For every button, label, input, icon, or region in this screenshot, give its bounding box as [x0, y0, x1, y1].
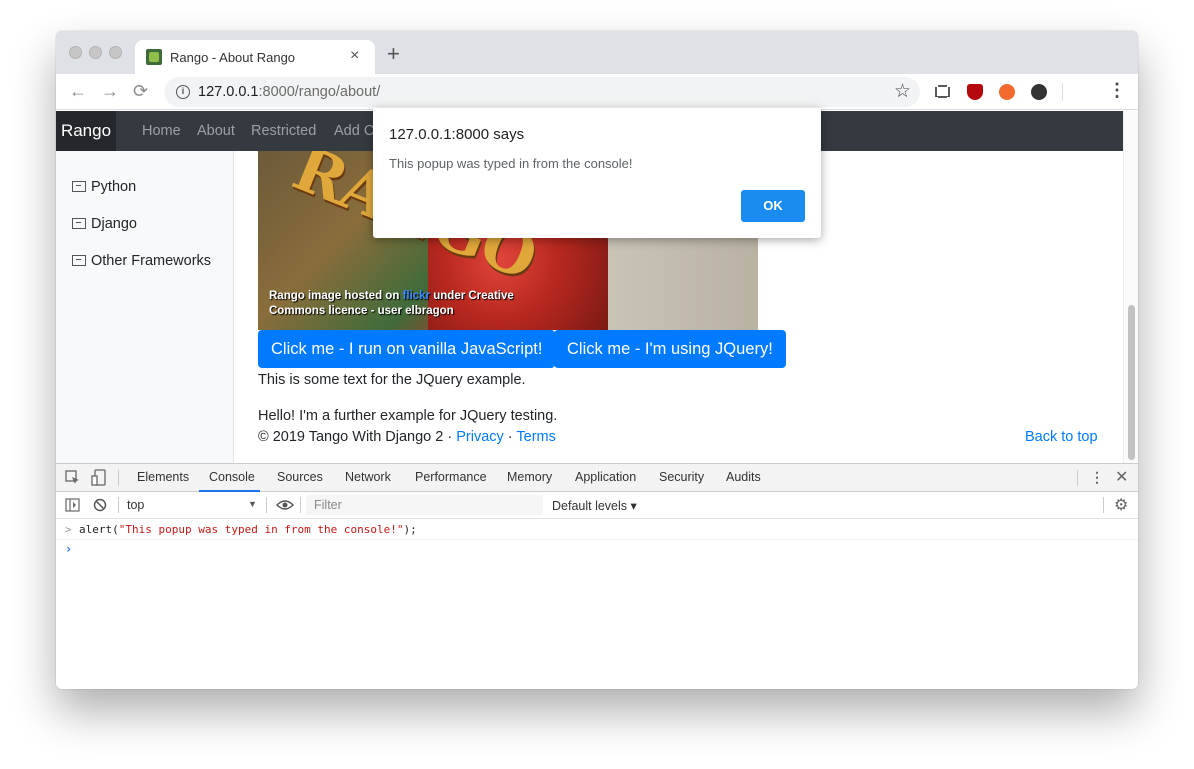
nav-link-restricted[interactable]: Restricted [251, 123, 316, 139]
tab-performance[interactable]: Performance [415, 470, 487, 484]
forward-button[interactable]: → [101, 80, 119, 102]
nav-link-about[interactable]: About [197, 123, 235, 139]
page-scrollbar[interactable] [1123, 111, 1138, 463]
url-text: 127.0.0.1:8000/rango/about/ [198, 84, 381, 100]
archive-icon [72, 255, 86, 266]
close-window-button[interactable] [69, 46, 82, 59]
sidebar-item-python[interactable]: Python [72, 179, 136, 195]
site-info-icon[interactable]: i [176, 85, 190, 99]
tab-memory[interactable]: Memory [507, 470, 552, 484]
separator [266, 497, 267, 513]
devtools-menu-icon[interactable]: ⋮ [1090, 469, 1104, 486]
console-command: alert("This popup was typed in from the … [79, 523, 417, 536]
jquery-text: This is some text for the JQuery example… [258, 372, 526, 388]
context-selector[interactable]: top [127, 498, 144, 512]
terms-link[interactable]: Terms [516, 429, 555, 445]
live-expression-eye-icon[interactable] [276, 499, 294, 511]
tab-bar: Rango - About Rango × + [56, 31, 1138, 74]
separator [1103, 497, 1104, 513]
privacy-link[interactable]: Privacy [456, 429, 504, 445]
browser-window: Rango - About Rango × + ← → ⟳ i 127.0.0.… [56, 31, 1138, 689]
address-bar[interactable]: i 127.0.0.1:8000/rango/about/ ☆ [164, 77, 920, 107]
back-button[interactable]: ← [69, 80, 87, 102]
image-caption: Rango image hosted on flickr under Creat… [269, 290, 514, 317]
tab-console[interactable]: Console [209, 470, 255, 484]
inspect-element-icon[interactable] [65, 470, 81, 486]
browser-tab[interactable]: Rango - About Rango × [135, 40, 375, 74]
separator [1077, 470, 1078, 486]
cast-icon[interactable] [934, 84, 951, 100]
sidebar-toggle-icon[interactable] [65, 498, 80, 512]
tab-sources[interactable]: Sources [277, 470, 323, 484]
jquery-further-text: Hello! I'm a further example for JQuery … [258, 408, 558, 424]
jquery-button[interactable]: Click me - I'm using JQuery! [554, 330, 786, 368]
tab-close-icon[interactable]: × [350, 47, 359, 65]
nav-link-add[interactable]: Add C [334, 123, 374, 139]
browser-toolbar: ← → ⟳ i 127.0.0.1:8000/rango/about/ ☆ ⋮ [56, 74, 1138, 110]
toolbar-divider [1062, 83, 1063, 101]
separator [118, 470, 119, 486]
console-prompt-caret[interactable]: › [65, 542, 72, 556]
dialog-message: This popup was typed in from the console… [389, 156, 633, 171]
device-toolbar-icon[interactable] [91, 469, 107, 487]
console-toolbar: top ▼ Filter Default levels ▾ ⚙ [56, 492, 1138, 519]
tab-audits[interactable]: Audits [726, 470, 761, 484]
devtools-close-icon[interactable]: ✕ [1115, 467, 1128, 487]
tab-application[interactable]: Application [575, 470, 636, 484]
tab-title: Rango - About Rango [170, 50, 296, 65]
orange-extension-icon[interactable] [999, 84, 1015, 100]
dialog-title: 127.0.0.1:8000 says [389, 126, 525, 143]
separator [300, 497, 301, 513]
m-extension-icon[interactable] [1031, 84, 1047, 100]
context-dropdown-icon[interactable]: ▼ [248, 499, 257, 509]
tab-elements[interactable]: Elements [137, 470, 189, 484]
nav-link-home[interactable]: Home [142, 123, 181, 139]
vanilla-js-button[interactable]: Click me - I run on vanilla JavaScript! [258, 330, 556, 368]
footer: © 2019 Tango With Django 2 · Privacy · T… [258, 429, 556, 445]
ok-button[interactable]: OK [741, 190, 805, 222]
bookmark-star-icon[interactable]: ☆ [894, 80, 911, 103]
archive-icon [72, 218, 86, 229]
sidebar-item-django[interactable]: Django [72, 216, 137, 232]
devtools-panel: Elements Console Sources Network Perform… [56, 463, 1138, 689]
console-settings-gear-icon[interactable]: ⚙ [1114, 495, 1128, 515]
site-brand[interactable]: Rango [56, 111, 116, 151]
archive-icon [72, 181, 86, 192]
browser-menu-icon[interactable]: ⋮ [1108, 80, 1126, 100]
separator [118, 497, 119, 513]
sidebar: Python Django Other Frameworks [56, 151, 234, 463]
new-tab-button[interactable]: + [387, 43, 400, 65]
reload-button[interactable]: ⟳ [133, 80, 148, 102]
clear-console-icon[interactable] [93, 498, 107, 512]
log-levels-dropdown[interactable]: Default levels ▾ [552, 498, 637, 513]
ublock-extension-icon[interactable] [967, 84, 983, 100]
sidebar-item-other-frameworks[interactable]: Other Frameworks [72, 253, 211, 269]
back-to-top-link[interactable]: Back to top [1025, 429, 1098, 445]
input-chevron-icon: > [65, 523, 72, 536]
devtools-tab-bar: Elements Console Sources Network Perform… [56, 464, 1138, 492]
maximize-window-button[interactable] [109, 46, 122, 59]
flickr-link[interactable]: flickr [403, 290, 431, 302]
console-entry: > alert("This popup was typed in from th… [56, 520, 1138, 540]
console-filter-input[interactable]: Filter [306, 495, 543, 515]
favicon-icon [146, 49, 162, 65]
scrollbar-thumb[interactable] [1128, 305, 1135, 460]
tab-security[interactable]: Security [659, 470, 704, 484]
tab-network[interactable]: Network [345, 470, 391, 484]
minimize-window-button[interactable] [89, 46, 102, 59]
alert-dialog: 127.0.0.1:8000 says This popup was typed… [373, 108, 821, 238]
